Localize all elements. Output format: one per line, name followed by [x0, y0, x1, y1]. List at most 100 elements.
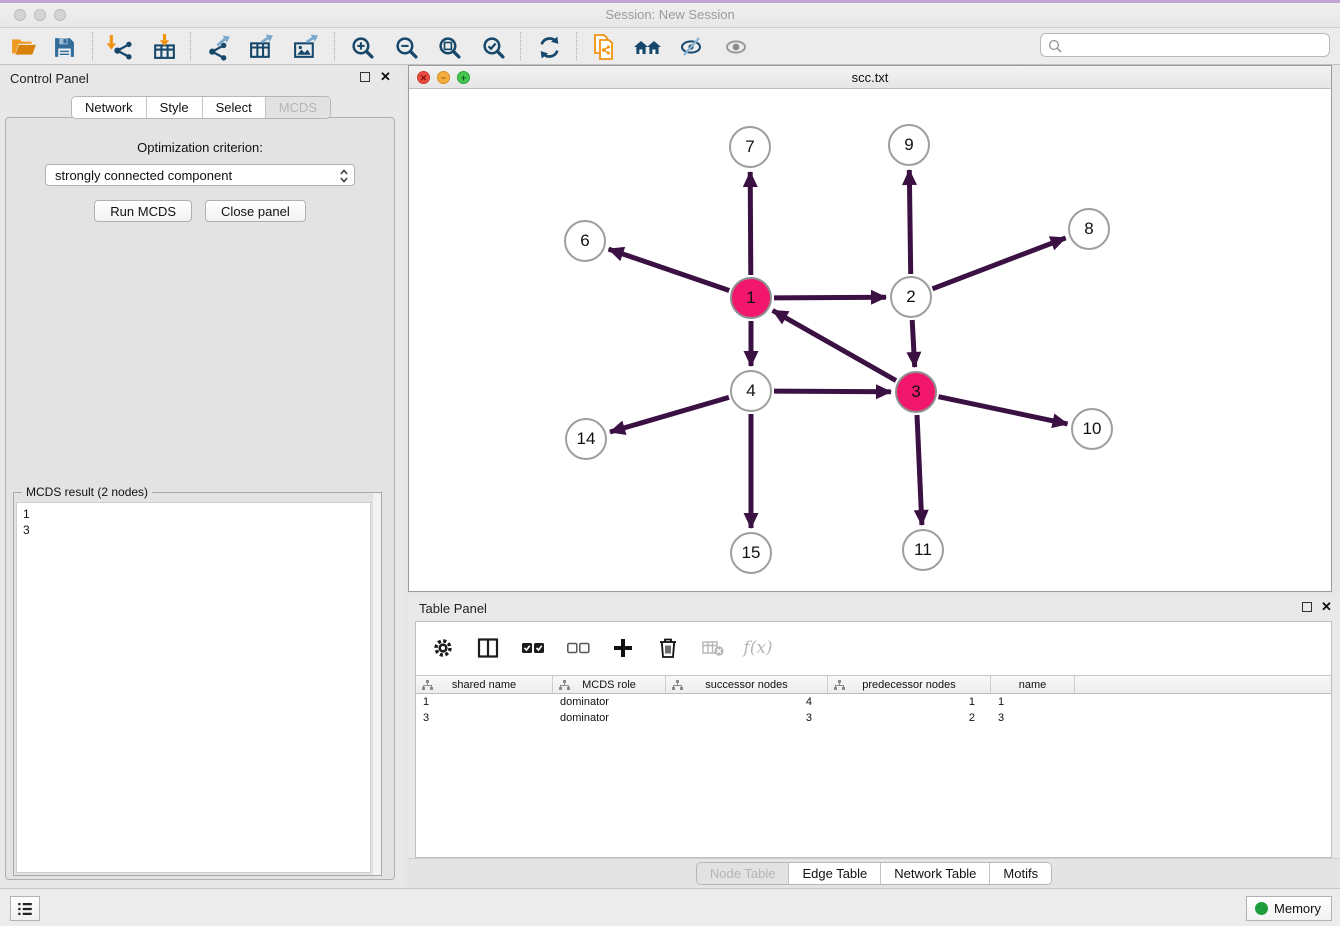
control-panel-title: Control Panel: [10, 71, 89, 86]
graph-node-2[interactable]: 2: [890, 276, 932, 318]
cell-1-1[interactable]: dominator: [553, 710, 666, 726]
graph-node-10[interactable]: 10: [1071, 408, 1113, 450]
graph-edge-1-6[interactable]: [609, 249, 730, 290]
select-all-icon: [521, 641, 545, 655]
graph-edge-3-1[interactable]: [773, 310, 896, 380]
table-settings-button[interactable]: [428, 633, 458, 663]
graph-edge-4-3[interactable]: [774, 391, 891, 392]
graph-node-11[interactable]: 11: [902, 529, 944, 571]
cell-0-2[interactable]: 4: [666, 694, 828, 710]
column-header-0[interactable]: shared name: [416, 676, 553, 693]
export-table-button[interactable]: [243, 31, 279, 63]
table-row-0[interactable]: 1dominator411: [416, 694, 1331, 710]
close-panel-button[interactable]: Close panel: [205, 200, 306, 222]
close-panel-icon[interactable]: ✕: [380, 69, 391, 85]
delete-column-button[interactable]: [653, 633, 683, 663]
cell-0-1[interactable]: dominator: [553, 694, 666, 710]
node-table: shared nameMCDS rolesuccessor nodesprede…: [416, 675, 1331, 726]
graph-node-7[interactable]: 7: [729, 126, 771, 168]
delete-table-button[interactable]: [698, 633, 728, 663]
criterion-select[interactable]: strongly connected component: [45, 164, 355, 186]
zoom-selected-button[interactable]: [475, 31, 511, 63]
apply-function-button[interactable]: f(x): [743, 633, 773, 663]
zoom-in-button[interactable]: [344, 31, 380, 63]
import-table-icon: [151, 34, 178, 61]
run-mcds-button[interactable]: Run MCDS: [94, 200, 192, 222]
eye-icon: [723, 35, 749, 59]
column-header-2[interactable]: successor nodes: [666, 676, 828, 693]
tab-node-table[interactable]: Node Table: [697, 863, 790, 884]
column-header-4[interactable]: name: [991, 676, 1075, 693]
graph-edge-2-8[interactable]: [933, 238, 1066, 289]
tab-mcds[interactable]: MCDS: [266, 97, 330, 118]
graph-node-9[interactable]: 9: [888, 124, 930, 166]
select-all-button[interactable]: [518, 633, 548, 663]
graph-node-15[interactable]: 15: [730, 532, 772, 574]
cell-0-0[interactable]: 1: [416, 694, 553, 710]
tab-motifs[interactable]: Motifs: [990, 863, 1051, 884]
hide-eye-button[interactable]: [673, 31, 709, 63]
graph-edge-3-11[interactable]: [917, 415, 922, 525]
app-titlebar: Session: New Session: [0, 0, 1340, 28]
cell-0-4[interactable]: 1: [991, 694, 1075, 710]
main-toolbar: [0, 28, 1340, 65]
cell-1-4[interactable]: 3: [991, 710, 1075, 726]
graph-edge-1-7[interactable]: [750, 172, 751, 275]
graph-node-8[interactable]: 8: [1068, 208, 1110, 250]
show-eye-button[interactable]: [718, 31, 754, 63]
graph-node-6[interactable]: 6: [564, 220, 606, 262]
graph-edge-2-9[interactable]: [909, 170, 910, 274]
tab-network-table[interactable]: Network Table: [881, 863, 990, 884]
export-image-button[interactable]: [287, 31, 323, 63]
add-column-button[interactable]: [608, 633, 638, 663]
graph-node-3[interactable]: 3: [895, 371, 937, 413]
graph-node-1[interactable]: 1: [730, 277, 772, 319]
float-table-panel-icon[interactable]: [1302, 602, 1312, 612]
search-input[interactable]: [1065, 35, 1323, 55]
tab-style[interactable]: Style: [147, 97, 203, 118]
export-network-button[interactable]: [200, 31, 236, 63]
select-stepper-icon: [339, 168, 349, 184]
split-panel-button[interactable]: [473, 633, 503, 663]
import-table-button[interactable]: [146, 31, 182, 63]
zoom-out-button[interactable]: [388, 31, 424, 63]
document-network-icon: [590, 33, 618, 61]
export-image-icon: [292, 34, 319, 61]
control-panel: Control Panel ✕ Network Style Select MCD…: [0, 65, 402, 888]
cell-1-0[interactable]: 3: [416, 710, 553, 726]
deselect-all-button[interactable]: [563, 633, 593, 663]
tab-edge-table[interactable]: Edge Table: [789, 863, 881, 884]
open-session-button[interactable]: [6, 31, 42, 63]
tab-select[interactable]: Select: [203, 97, 266, 118]
float-panel-icon[interactable]: [360, 72, 370, 82]
graph-canvas[interactable]: 7 9 6 8 1 2 4 3 14 10 15 11: [409, 89, 1331, 591]
column-header-3[interactable]: predecessor nodes: [828, 676, 991, 693]
network-titlebar[interactable]: ✕ − + scc.txt: [409, 66, 1331, 89]
graph-edge-1-2[interactable]: [774, 297, 886, 298]
graph-node-14[interactable]: 14: [565, 418, 607, 460]
graph-edge-2-3[interactable]: [912, 320, 915, 367]
mcds-result-text[interactable]: 1 3: [16, 502, 371, 873]
new-network-from-selection-button[interactable]: [586, 31, 622, 63]
memory-button[interactable]: Memory: [1246, 896, 1332, 921]
graph-edge-4-14[interactable]: [610, 397, 729, 432]
graph-edge-3-10[interactable]: [939, 397, 1068, 424]
table-row-1[interactable]: 3dominator323: [416, 710, 1331, 726]
import-network-button[interactable]: [100, 31, 136, 63]
refresh-icon: [537, 35, 562, 60]
tab-network[interactable]: Network: [72, 97, 147, 118]
save-session-button[interactable]: [46, 31, 82, 63]
task-history-button[interactable]: [10, 896, 40, 921]
column-header-1[interactable]: MCDS role: [553, 676, 666, 693]
zoom-fit-button[interactable]: [431, 31, 467, 63]
cell-1-3[interactable]: 2: [828, 710, 991, 726]
close-table-panel-icon[interactable]: ✕: [1321, 599, 1332, 615]
eye-slash-icon: [678, 35, 704, 59]
cell-0-3[interactable]: 1: [828, 694, 991, 710]
result-scrollbar[interactable]: [372, 493, 381, 875]
refresh-button[interactable]: [531, 31, 567, 63]
graph-node-4[interactable]: 4: [730, 370, 772, 412]
cell-1-2[interactable]: 3: [666, 710, 828, 726]
toolbar-separator: [92, 32, 93, 61]
houses-button[interactable]: [630, 31, 666, 63]
